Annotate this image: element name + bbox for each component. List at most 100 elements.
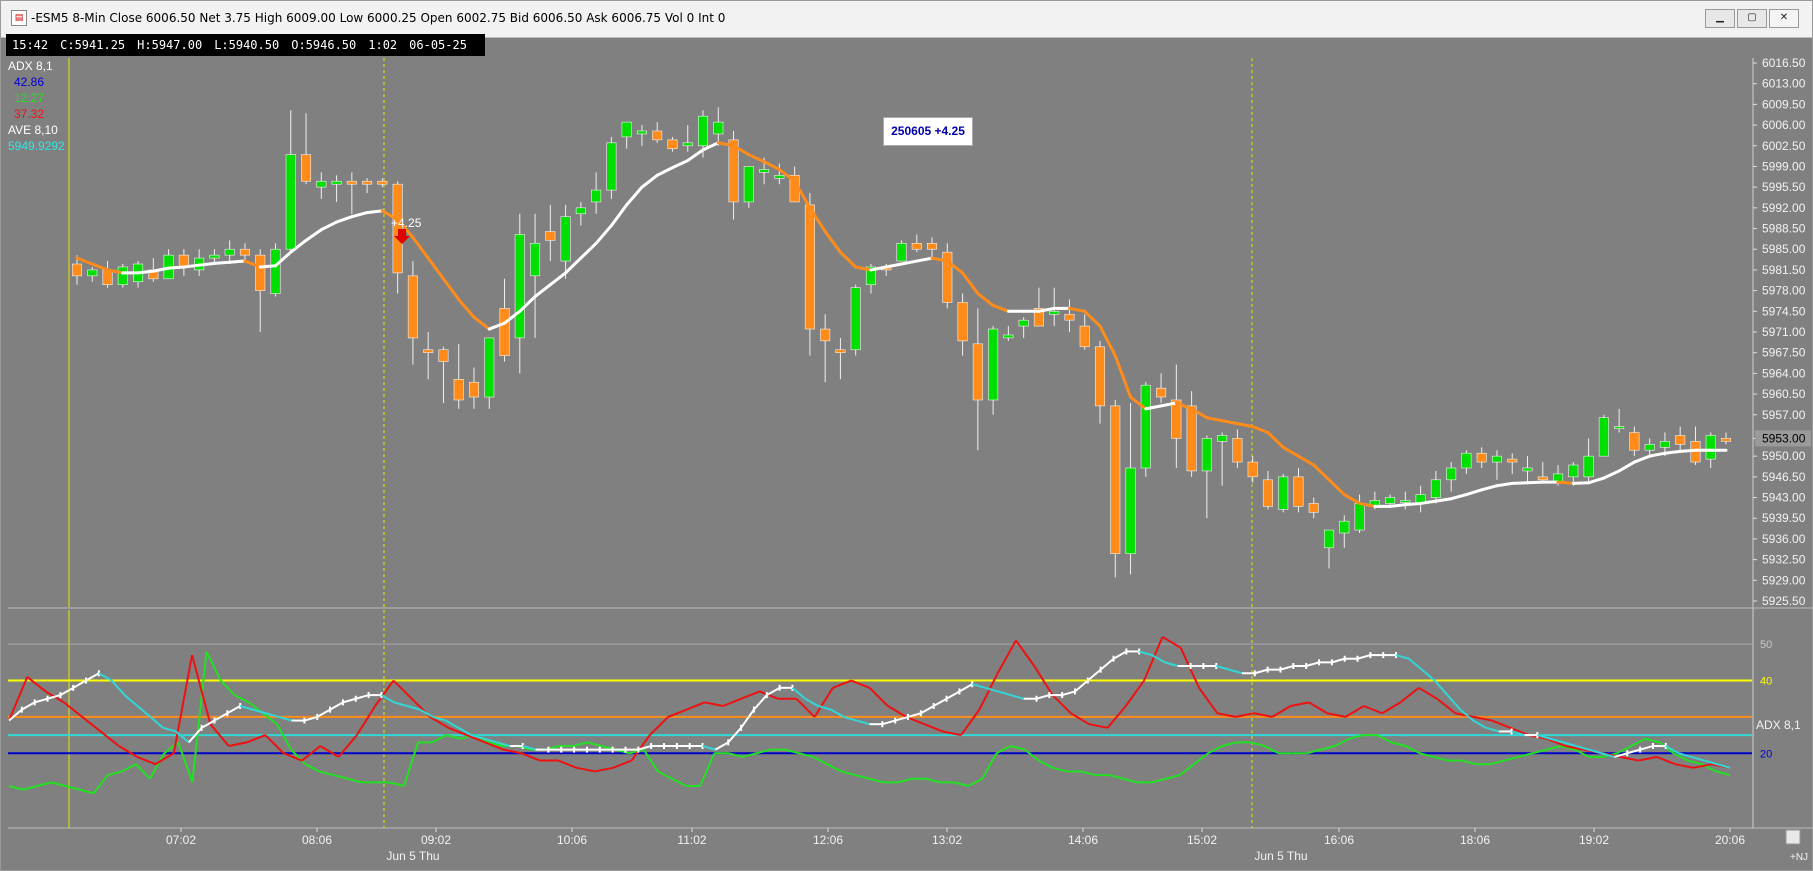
candle [209, 254, 220, 259]
info-close: C:5941.25 [60, 38, 126, 52]
candle [1018, 319, 1029, 327]
candle [423, 349, 434, 353]
moving-average-segment [1556, 480, 1575, 485]
candle [560, 216, 571, 262]
time-tick-label: 15:02 [1187, 833, 1217, 847]
candle [1094, 346, 1106, 407]
candle [1125, 467, 1136, 555]
time-tick-label: 10:06 [557, 833, 587, 847]
price-tick-label: 5946.50 [1762, 470, 1806, 484]
candle [1232, 438, 1243, 463]
candle [1293, 476, 1304, 507]
candle [1430, 479, 1441, 498]
candle [346, 180, 357, 185]
candle [331, 180, 342, 185]
price-tick-label: 6006.00 [1762, 118, 1806, 132]
candle [1079, 325, 1090, 348]
price-tick-label: 5995.50 [1762, 180, 1806, 194]
candle [682, 142, 693, 147]
price-tick-label: 5950.00 [1762, 449, 1806, 463]
price-tick-label: 5974.50 [1762, 304, 1806, 318]
candle [102, 269, 113, 286]
candle [468, 381, 480, 398]
price-tick-label: 6016.50 [1762, 56, 1806, 70]
candle [270, 248, 281, 294]
trade-annotation-box[interactable]: 250605 +4.25 [883, 117, 973, 146]
date-label: Jun 5 Thu [1254, 849, 1307, 863]
candle [1354, 503, 1365, 531]
candle [362, 180, 373, 185]
candle [453, 378, 464, 401]
candle [697, 115, 709, 147]
candle [407, 275, 418, 339]
candle [1644, 444, 1655, 451]
price-tick-label: 5985.00 [1762, 242, 1806, 256]
candle [896, 243, 907, 262]
info-open: O:5946.50 [291, 38, 357, 52]
candle [285, 154, 296, 250]
candle [1201, 438, 1212, 472]
time-tick-label: 08:06 [302, 833, 332, 847]
candle [927, 243, 938, 250]
candle [1614, 426, 1625, 429]
price-tick-label: 5929.00 [1762, 573, 1806, 587]
moving-average-segment [228, 259, 247, 264]
candle [1400, 500, 1411, 503]
candle [636, 130, 647, 135]
price-tick-label: 5943.00 [1762, 491, 1806, 505]
price-tick-label: 5981.50 [1762, 263, 1806, 277]
corner-label: +NJ [1790, 852, 1808, 863]
time-tick-label: 18:06 [1460, 833, 1490, 847]
candle [1385, 497, 1396, 504]
moving-average-segment [1678, 448, 1697, 453]
candle [1446, 467, 1457, 481]
info-low: L:5940.50 [214, 38, 280, 52]
time-tick-label: 07:02 [166, 833, 196, 847]
candle [1522, 467, 1533, 472]
candle [988, 328, 999, 401]
candle [87, 269, 98, 277]
candle [438, 349, 449, 362]
candle [1461, 452, 1472, 469]
candle [652, 130, 663, 141]
candle [1720, 438, 1732, 442]
candle [1217, 435, 1228, 442]
candle [377, 180, 388, 185]
candle [835, 349, 846, 353]
time-tick-label: 20:06 [1715, 833, 1745, 847]
candle [239, 248, 250, 256]
moving-average-segment [212, 260, 232, 265]
candle [1568, 464, 1579, 478]
candle [1262, 479, 1273, 507]
candle [591, 189, 602, 203]
candle [1629, 432, 1640, 451]
candle [1583, 455, 1594, 478]
price-tick-label: 5964.00 [1762, 366, 1806, 380]
trade-marker-label: +4.25 [391, 216, 422, 230]
candle [575, 207, 586, 215]
price-tick-label: 6002.50 [1762, 139, 1806, 153]
moving-average-segment [167, 265, 186, 270]
candle [545, 231, 556, 241]
price-tick-label: 5939.50 [1762, 511, 1806, 525]
ave-label: AVE 8,10 [8, 123, 58, 137]
candle [1049, 311, 1060, 315]
date-label: Jun 5 Thu [386, 849, 439, 863]
adx-tick-label: 40 [1760, 676, 1772, 688]
price-panel-bg [8, 58, 1752, 607]
mdi-value: 37.32 [14, 107, 45, 121]
candle [71, 263, 83, 277]
candle [255, 254, 266, 291]
candle [1705, 435, 1716, 460]
time-tick-label: 13:02 [932, 833, 962, 847]
candle [316, 180, 327, 188]
candle [1323, 529, 1335, 549]
moving-average-segment [197, 261, 216, 267]
info-date: 06-05-25 [409, 38, 467, 52]
moving-average-segment [182, 263, 201, 269]
candle [606, 142, 617, 191]
price-tick-label: 5978.00 [1762, 284, 1806, 298]
last-price-label: 5953.00 [1762, 431, 1806, 445]
pdi-value: 12.27 [14, 91, 45, 105]
candle [499, 308, 510, 356]
